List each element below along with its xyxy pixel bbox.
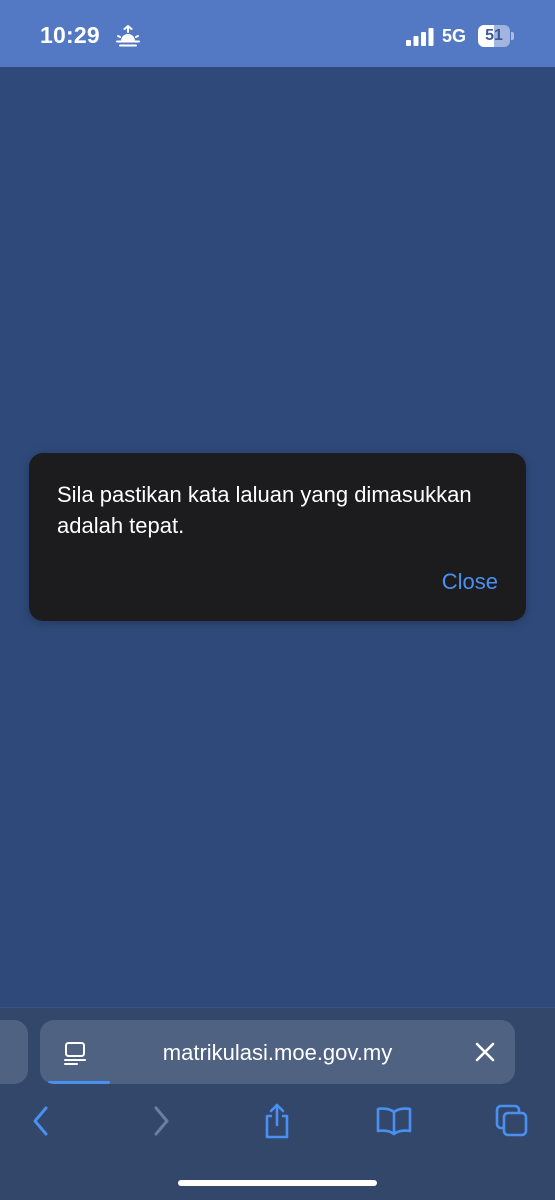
reader-mode-icon[interactable] — [62, 1040, 88, 1066]
alert-dialog: Sila pastikan kata laluan yang dimasukka… — [29, 453, 526, 621]
alert-message: Sila pastikan kata laluan yang dimasukka… — [57, 482, 472, 538]
chevron-left-icon — [33, 1106, 48, 1136]
forward-button[interactable] — [136, 1096, 186, 1146]
share-button[interactable] — [252, 1096, 302, 1146]
tabs-icon — [495, 1104, 528, 1137]
close-button[interactable]: Close — [442, 569, 498, 595]
browser-bottom-bar: matrikulasi.moe.gov.my — [0, 1007, 555, 1200]
screen: 10:29 5G 51 Sila pastikan kata laluan ya… — [0, 0, 555, 1200]
battery-cap — [511, 32, 514, 40]
bookmarks-button[interactable] — [369, 1096, 419, 1146]
browser-toolbar — [0, 1096, 555, 1146]
cellular-signal-icon — [406, 28, 434, 46]
network-type: 5G — [442, 26, 467, 46]
address-bar[interactable]: matrikulasi.moe.gov.my — [40, 1020, 515, 1084]
previous-tab-preview[interactable] — [0, 1020, 28, 1084]
page-load-progress — [40, 1081, 515, 1084]
battery-percent: 51 — [485, 27, 503, 44]
sunrise-icon — [116, 25, 140, 47]
share-icon — [265, 1103, 289, 1139]
status-time: 10:29 — [40, 22, 100, 48]
address-url[interactable]: matrikulasi.moe.gov.my — [110, 1040, 445, 1066]
battery-indicator: 51 — [478, 25, 514, 47]
close-icon[interactable] — [473, 1040, 497, 1064]
status-bar: 10:29 5G 51 — [0, 0, 555, 67]
page-load-progress-fill — [48, 1081, 110, 1084]
back-button[interactable] — [16, 1096, 66, 1146]
book-icon — [376, 1107, 412, 1136]
home-indicator[interactable] — [178, 1180, 377, 1186]
tabs-button[interactable] — [487, 1096, 537, 1146]
chevron-right-icon — [154, 1106, 169, 1136]
battery-body: 51 — [478, 25, 510, 47]
